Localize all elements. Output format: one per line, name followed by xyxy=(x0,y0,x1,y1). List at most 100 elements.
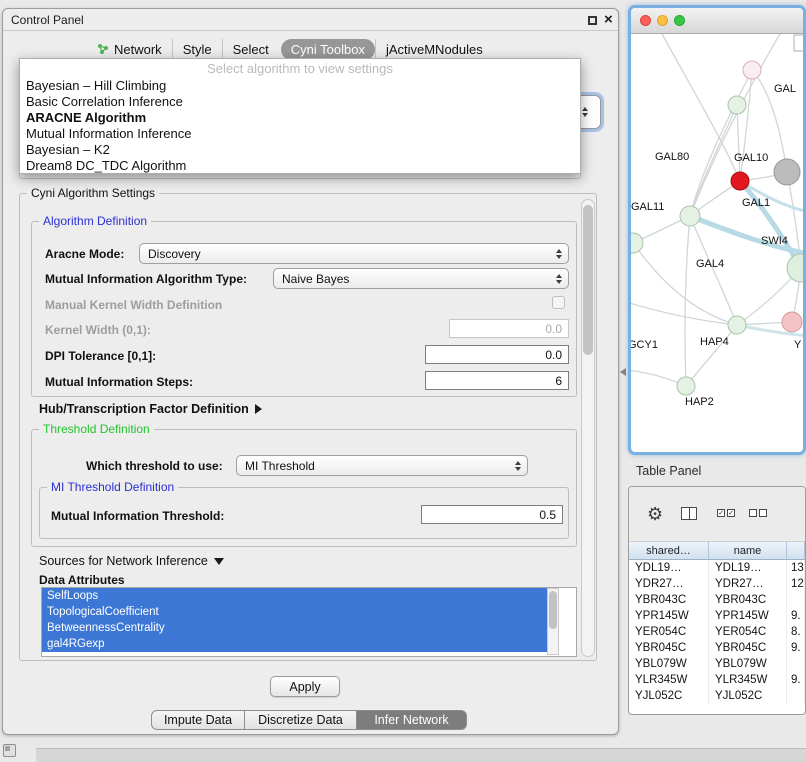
mi-steps-label: Mutual Information Steps: xyxy=(45,375,193,389)
control-panel-titlebar: Control Panel × xyxy=(3,9,618,31)
node-label: HAP2 xyxy=(685,396,714,408)
tab-label: Cyni Toolbox xyxy=(291,42,365,57)
network-node[interactable] xyxy=(743,61,761,79)
cell-value xyxy=(787,592,805,608)
column-header-cut[interactable] xyxy=(787,542,805,560)
table-row[interactable]: YBR045C YBR045C 9. xyxy=(629,640,805,656)
dropdown-item[interactable]: Bayesian – K2 xyxy=(20,142,580,158)
chevron-right-icon xyxy=(255,404,262,414)
cell-shared-name: YDR27… xyxy=(629,576,709,592)
table-row[interactable]: YLR345W YLR345W 9. xyxy=(629,672,805,688)
close-icon[interactable]: × xyxy=(604,11,613,29)
column-header-name[interactable]: name xyxy=(709,542,787,560)
stepper-arrows-icon xyxy=(556,249,562,259)
dropdown-item[interactable]: Basic Correlation Inference xyxy=(20,94,580,110)
mi-threshold-group-title: MI Threshold Definition xyxy=(47,480,178,494)
tab-impute-data[interactable]: Impute Data xyxy=(151,710,245,730)
list-item[interactable]: gal4RGexp xyxy=(42,636,547,652)
gear-icon[interactable]: ⚙ xyxy=(647,504,663,524)
mi-threshold-value: 0.5 xyxy=(539,508,556,522)
tab-label: Infer Network xyxy=(374,713,448,727)
table-row[interactable]: YBL079W YBL079W xyxy=(629,656,805,672)
manual-kernel-checkbox[interactable] xyxy=(552,296,565,309)
tab-cyni-toolbox[interactable]: Cyni Toolbox xyxy=(281,39,375,60)
tab-network[interactable]: Network xyxy=(87,39,172,60)
network-node[interactable] xyxy=(774,159,800,185)
sources-expander[interactable]: Sources for Network Inference xyxy=(39,553,224,569)
list-scrollbar-thumb[interactable] xyxy=(549,591,557,629)
table-row[interactable]: YDR27… YDR27… 12 xyxy=(629,576,805,592)
aracne-mode-select[interactable]: Discovery xyxy=(139,243,569,264)
cell-shared-name: YPR145W xyxy=(629,608,709,624)
select-all-checkboxes-icon[interactable]: ✓✓ xyxy=(717,509,735,517)
panel-splitter-arrow-icon[interactable] xyxy=(620,368,626,376)
zoom-traffic-light[interactable] xyxy=(674,15,685,26)
network-node[interactable] xyxy=(728,316,746,334)
cell-value xyxy=(787,656,805,672)
cell-shared-name: YDL19… xyxy=(629,560,709,576)
cell-value xyxy=(787,688,805,704)
dropdown-item[interactable]: Bayesian – Hill Climbing xyxy=(20,78,580,94)
cell-shared-name: YBR045C xyxy=(629,640,709,656)
column-header-shared-name[interactable]: shared… xyxy=(629,542,709,560)
dropdown-item[interactable]: Mutual Information Inference xyxy=(20,126,580,142)
table-row[interactable]: YJL052C YJL052C xyxy=(629,688,805,704)
panel-toggle-icon[interactable] xyxy=(3,744,16,757)
table-row[interactable]: YPR145W YPR145W 9. xyxy=(629,608,805,624)
apply-button[interactable]: Apply xyxy=(270,676,340,697)
network-window-titlebar[interactable] xyxy=(631,8,803,34)
tab-discretize-data[interactable]: Discretize Data xyxy=(245,710,357,730)
dropdown-placeholder: Select algorithm to view settings xyxy=(20,59,580,78)
network-node[interactable] xyxy=(677,377,695,395)
float-window-icon[interactable] xyxy=(588,16,597,25)
algorithm-dropdown-popup: Select algorithm to view settings Bayesi… xyxy=(19,58,581,174)
network-node[interactable] xyxy=(680,206,700,226)
hub-definition-label: Hub/Transcription Factor Definition xyxy=(39,402,249,416)
canvas-scrollbar-fragment[interactable] xyxy=(794,35,803,51)
node-label: GCY1 xyxy=(631,339,658,351)
control-panel-tabs: Network Style Select Cyni Toolbox jActiv… xyxy=(87,38,493,60)
list-item[interactable]: BetweennessCentrality xyxy=(42,620,547,636)
close-traffic-light[interactable] xyxy=(640,15,651,26)
network-node[interactable] xyxy=(631,233,643,253)
table-row[interactable]: YDL19… YDL19… 13 xyxy=(629,560,805,576)
dpi-tolerance-field[interactable]: 0.0 xyxy=(425,345,569,364)
stepper-arrows-icon xyxy=(582,107,588,117)
which-threshold-select[interactable]: MI Threshold xyxy=(236,455,528,476)
network-node-selected[interactable] xyxy=(731,172,749,190)
cell-value: 13 xyxy=(787,560,805,576)
column-manager-icon[interactable] xyxy=(681,507,697,520)
node-label: SWI4 xyxy=(761,235,788,247)
list-scrollbar-track[interactable] xyxy=(547,588,559,655)
mi-steps-field[interactable]: 6 xyxy=(425,371,569,390)
which-threshold-value: MI Threshold xyxy=(245,459,315,473)
list-item[interactable]: TopologicalCoefficient xyxy=(42,604,547,620)
clear-all-checkboxes-icon[interactable] xyxy=(749,509,767,517)
network-canvas[interactable]: GAL80 GAL10 GAL11 GAL1 SWI4 GAL4 GCY1 HA… xyxy=(631,34,803,455)
network-view-window[interactable]: GAL80 GAL10 GAL11 GAL1 SWI4 GAL4 GCY1 HA… xyxy=(628,5,806,455)
dropdown-item-selected[interactable]: ARACNE Algorithm xyxy=(20,110,580,126)
network-node[interactable] xyxy=(787,254,803,282)
cell-name: YBR045C xyxy=(709,640,787,656)
list-item[interactable]: SelfLoops xyxy=(42,588,547,604)
settings-scrollbar-track[interactable] xyxy=(581,199,595,657)
tab-select[interactable]: Select xyxy=(222,39,279,60)
dropdown-item[interactable]: Dream8 DC_TDC Algorithm xyxy=(20,158,580,174)
kernel-width-field: 0.0 xyxy=(449,319,569,338)
minimize-traffic-light[interactable] xyxy=(657,15,668,26)
mi-steps-value: 6 xyxy=(555,374,562,388)
hub-definition-expander[interactable]: Hub/Transcription Factor Definition xyxy=(39,401,262,417)
network-node[interactable] xyxy=(782,312,802,332)
mi-threshold-label: Mutual Information Threshold: xyxy=(51,509,224,523)
mi-threshold-field[interactable]: 0.5 xyxy=(421,505,563,524)
tab-jactivemodules[interactable]: jActiveMNodules xyxy=(375,39,493,60)
settings-scrollbar-thumb[interactable] xyxy=(583,205,593,355)
mi-algorithm-type-select[interactable]: Naive Bayes xyxy=(273,268,569,289)
tab-style[interactable]: Style xyxy=(172,39,222,60)
table-row[interactable]: YER054C YER054C 8. xyxy=(629,624,805,640)
network-node[interactable] xyxy=(728,96,746,114)
which-threshold-label: Which threshold to use: xyxy=(86,459,223,473)
cell-shared-name: YER054C xyxy=(629,624,709,640)
tab-infer-network[interactable]: Infer Network xyxy=(357,710,467,730)
table-row[interactable]: YBR043C YBR043C xyxy=(629,592,805,608)
